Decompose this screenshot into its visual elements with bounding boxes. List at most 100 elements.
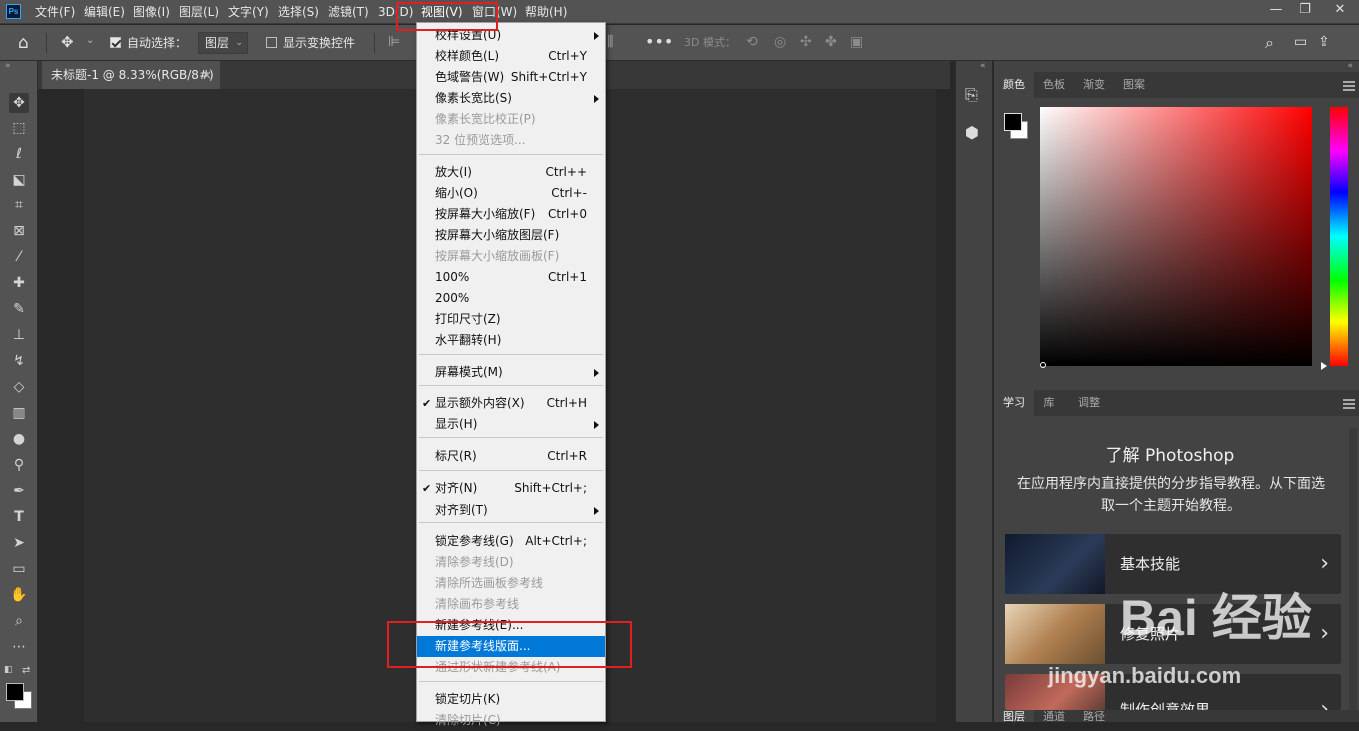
menu-layer[interactable]: 图层(L) xyxy=(179,0,219,24)
show-transform-checkbox[interactable] xyxy=(266,37,277,48)
eyedropper-tool-icon[interactable]: ⁄ xyxy=(9,247,29,267)
view-menu-item: 清除切片(C) xyxy=(417,710,605,731)
hand-tool-icon[interactable]: ✋ xyxy=(9,585,29,605)
tab-patterns[interactable]: 图案 xyxy=(1114,72,1154,98)
color-picker-marker[interactable] xyxy=(1040,362,1046,368)
crop-tool-icon[interactable]: ⌗ xyxy=(9,195,29,215)
search-icon[interactable]: ⌕ xyxy=(1265,33,1274,53)
view-menu-item[interactable]: 锁定参考线(G) Alt+Ctrl+; xyxy=(417,531,605,552)
history-panel-icon[interactable]: ⎘ xyxy=(965,85,978,105)
menu-image[interactable]: 图像(I) xyxy=(133,0,170,24)
view-menu-item[interactable]: 对齐到(T) xyxy=(417,500,605,521)
workspace-icon[interactable]: ▭ xyxy=(1294,34,1307,50)
chevron-down-icon[interactable]: ⌄ xyxy=(86,35,94,46)
healing-brush-tool-icon[interactable]: ✚ xyxy=(9,273,29,293)
auto-select-label: 自动选择： xyxy=(127,36,188,50)
menu-filter[interactable]: 滤镜(T) xyxy=(328,0,369,24)
distribute-icon[interactable]: ⫼ xyxy=(607,34,613,50)
type-tool-icon[interactable]: T xyxy=(9,507,29,527)
auto-select-checkbox[interactable] xyxy=(110,37,121,48)
panel-menu-icon[interactable] xyxy=(1343,81,1355,91)
tab-gradients[interactable]: 渐变 xyxy=(1074,72,1114,98)
blur-tool-icon[interactable]: ● xyxy=(9,429,29,449)
menu-edit[interactable]: 编辑(E) xyxy=(84,0,125,24)
layer-select-dropdown[interactable]: 图层 ⌄ xyxy=(198,32,248,54)
3d-orbit-icon[interactable]: ⟲ xyxy=(746,34,758,50)
tab-channels[interactable]: 通道 xyxy=(1034,710,1074,723)
tab-swatches[interactable]: 色板 xyxy=(1034,72,1074,98)
align-left-icon[interactable]: ⊫ xyxy=(388,34,400,50)
3d-camera-icon[interactable]: ▣ xyxy=(850,34,863,50)
view-menu-item[interactable]: ✔ 对齐(N) Shift+Ctrl+; xyxy=(417,478,605,499)
brush-tool-icon[interactable]: ✎ xyxy=(9,299,29,319)
foreground-color-swatch[interactable] xyxy=(6,683,24,701)
view-menu-item[interactable]: 打印尺寸(Z) xyxy=(417,309,605,330)
marquee-tool-icon[interactable]: ⬚ xyxy=(9,118,29,138)
view-menu-item[interactable]: 像素长宽比(S) xyxy=(417,88,605,109)
view-menu-item[interactable]: ✔ 显示额外内容(X) Ctrl+H xyxy=(417,393,605,414)
view-menu-item[interactable]: 100% Ctrl+1 xyxy=(417,267,605,288)
tab-paths[interactable]: 路径 xyxy=(1074,710,1114,723)
panel-menu-icon[interactable] xyxy=(1343,399,1355,409)
home-icon[interactable]: ⌂ xyxy=(18,33,29,53)
view-menu-item[interactable]: 色域警告(W) Shift+Ctrl+Y xyxy=(417,67,605,88)
color-picker-field[interactable] xyxy=(1040,107,1312,366)
tab-libraries[interactable]: 库 xyxy=(1034,390,1064,416)
dodge-tool-icon[interactable]: ⚲ xyxy=(9,455,29,475)
view-menu-item[interactable]: 200% xyxy=(417,288,605,309)
3d-roll-icon[interactable]: ◎ xyxy=(774,34,786,50)
eraser-tool-icon[interactable]: ◇ xyxy=(9,377,29,397)
view-menu-item[interactable]: 屏幕模式(M) xyxy=(417,362,605,383)
3d-panel-icon[interactable]: ⬢ xyxy=(965,123,979,142)
expand-panels-icon[interactable]: « xyxy=(980,61,986,71)
view-menu-item[interactable]: 校样颜色(L) Ctrl+Y xyxy=(417,46,605,67)
object-select-tool-icon[interactable]: ⬕ xyxy=(9,170,29,190)
zoom-tool-icon[interactable]: ⌕ xyxy=(9,611,29,631)
move-tool-icon[interactable]: ✥ xyxy=(9,93,29,113)
collapse-icon[interactable]: » xyxy=(5,61,11,71)
view-menu-item[interactable]: 锁定切片(K) xyxy=(417,689,605,710)
view-menu-item[interactable]: 放大(I) Ctrl++ xyxy=(417,162,605,183)
collapse-panels-icon[interactable]: « xyxy=(1347,61,1353,71)
menu-type[interactable]: 文字(Y) xyxy=(228,0,269,24)
close-tab-icon[interactable]: × xyxy=(202,61,212,89)
view-menu-item[interactable]: 缩小(O) Ctrl+- xyxy=(417,183,605,204)
path-select-tool-icon[interactable]: ➤ xyxy=(9,533,29,553)
view-menu-item[interactable]: 按屏幕大小缩放图层(F) xyxy=(417,225,605,246)
lasso-tool-icon[interactable]: ℓ xyxy=(9,144,29,164)
scrollbar[interactable] xyxy=(1349,428,1357,720)
menu-file[interactable]: 文件(F) xyxy=(35,0,75,24)
more-options-icon[interactable]: ••• xyxy=(645,32,673,51)
minimize-button[interactable]: — xyxy=(1262,0,1290,22)
pen-tool-icon[interactable]: ✒ xyxy=(9,481,29,501)
frame-tool-icon[interactable]: ⊠ xyxy=(9,221,29,241)
menu-select[interactable]: 选择(S) xyxy=(278,0,319,24)
tab-layers[interactable]: 图层 xyxy=(994,710,1034,723)
foreground-color-swatch[interactable] xyxy=(1004,113,1022,131)
tab-learn[interactable]: 学习 xyxy=(994,390,1034,416)
stamp-tool-icon[interactable]: ⊥ xyxy=(9,325,29,345)
view-menu-item[interactable]: 按屏幕大小缩放(F) Ctrl+0 xyxy=(417,204,605,225)
hue-slider[interactable] xyxy=(1330,107,1348,366)
tab-adjustments[interactable]: 调整 xyxy=(1069,390,1109,416)
default-colors-icon[interactable]: ◧ xyxy=(4,665,13,675)
hue-slider-handle[interactable] xyxy=(1321,362,1327,370)
gradient-tool-icon[interactable]: ▥ xyxy=(9,403,29,423)
3d-pan-icon[interactable]: ✣ xyxy=(800,34,812,50)
more-tools-icon[interactable]: ⋯ xyxy=(9,637,29,657)
document-tab[interactable]: 未标题-1 @ 8.33%(RGB/8#) × xyxy=(42,61,220,89)
view-menu-item[interactable]: 标尺(R) Ctrl+R xyxy=(417,446,605,467)
share-icon[interactable]: ⇪ xyxy=(1318,34,1330,50)
3d-slide-icon[interactable]: ✤ xyxy=(825,34,837,50)
menu-help[interactable]: 帮助(H) xyxy=(525,0,567,24)
swap-colors-icon[interactable]: ⇄ xyxy=(22,665,30,676)
divider xyxy=(46,33,47,53)
rectangle-tool-icon[interactable]: ▭ xyxy=(9,559,29,579)
history-brush-tool-icon[interactable]: ↯ xyxy=(9,351,29,371)
close-window-button[interactable]: ✕ xyxy=(1326,0,1354,22)
tab-color[interactable]: 颜色 xyxy=(994,72,1034,98)
move-tool-icon[interactable]: ✥ xyxy=(61,33,74,51)
view-menu-item[interactable]: 水平翻转(H) xyxy=(417,330,605,351)
view-menu-item[interactable]: 显示(H) xyxy=(417,414,605,435)
restore-button[interactable]: ❐ xyxy=(1291,0,1319,22)
